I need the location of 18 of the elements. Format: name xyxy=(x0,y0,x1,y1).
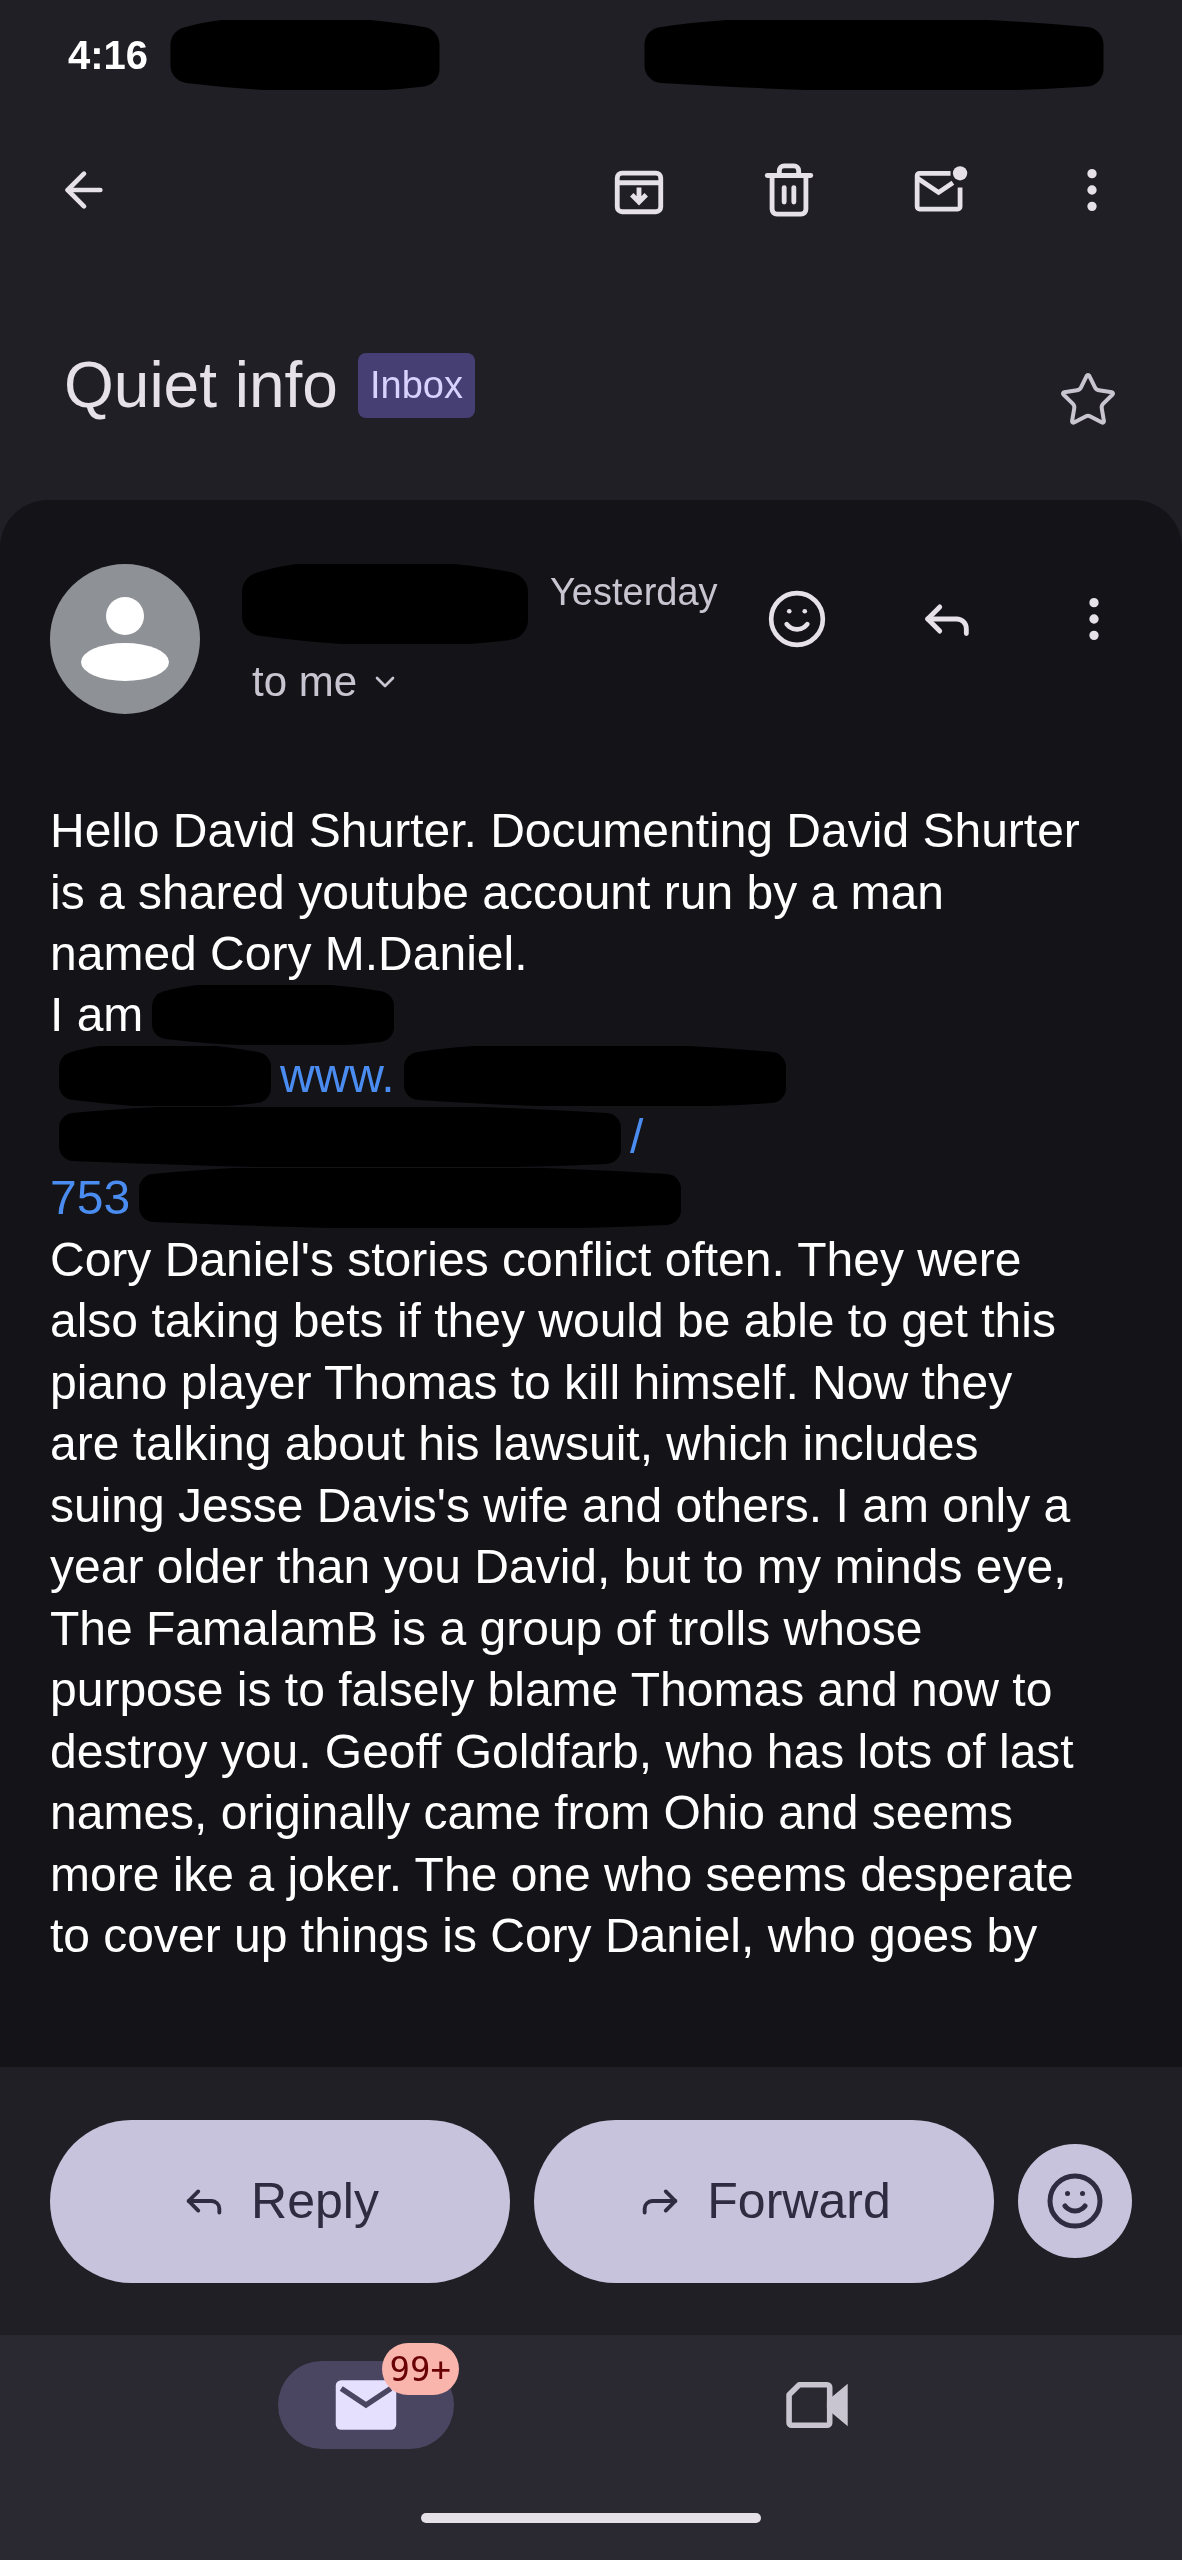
forward-button[interactable]: Forward xyxy=(534,2119,994,2283)
message-date: Yesterday xyxy=(550,570,718,615)
body-paragraph: Cory Daniel's stories conflict often. They were also taking bets if they would be able to get this piano player Thomas to kill himself. Now they are talking about his lawsuit, which includes suing Jesse Davis's wife and others. I am only a year older than you David, but to my minds eye, The FamalamB is a group of trolls whose purpose is to falsely blame Thomas and now to destroy you. Geoff Goldfarb, who has lots of last names, originally came from Ohio and seems more ike a joker. The one who seems desperate to cover up things is Cory Daniel, who goes by xyxy=(50,1231,1075,1964)
inbox-label[interactable]: Inbox xyxy=(357,352,475,418)
link-fragment[interactable]: 753 xyxy=(50,1167,131,1229)
video-camera-icon xyxy=(783,2379,850,2431)
body-text: I am xyxy=(50,987,144,1044)
emoji-icon[interactable] xyxy=(766,588,828,650)
emoji-icon xyxy=(1045,2171,1105,2231)
reply-button[interactable]: Reply xyxy=(50,2119,510,2283)
unread-badge: 99+ xyxy=(381,2343,459,2395)
link-fragment[interactable]: / xyxy=(630,1106,644,1168)
recipient-toggle[interactable]: to me xyxy=(252,650,718,713)
home-indicator[interactable] xyxy=(421,2512,761,2523)
status-time: 4:16 xyxy=(68,32,149,79)
link-fragment[interactable]: www. xyxy=(280,1045,395,1107)
email-subject: Quiet info xyxy=(64,348,338,423)
body-paragraph: Hello David Shurter. Documenting David Shurter is a shared youtube account run by a man named Cory M.Daniel. xyxy=(50,803,1081,982)
